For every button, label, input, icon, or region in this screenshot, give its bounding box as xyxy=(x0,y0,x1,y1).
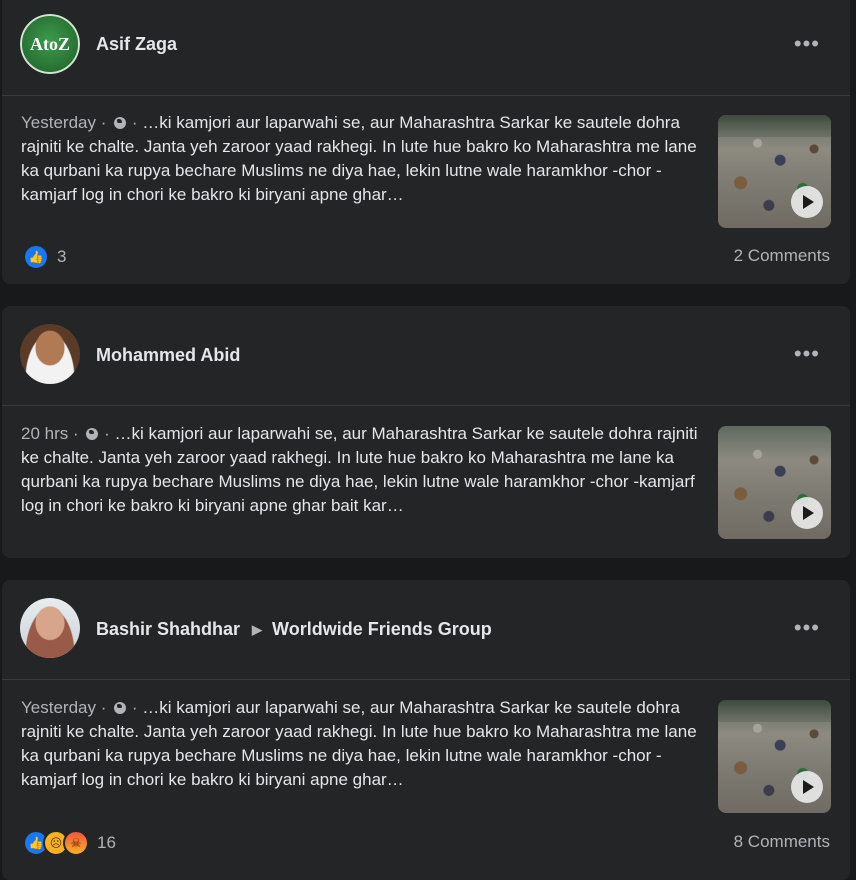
avatar[interactable] xyxy=(20,324,80,384)
meta-separator: · xyxy=(131,698,138,717)
avatar[interactable]: AtoZ xyxy=(20,14,80,74)
thumbnail-scene xyxy=(718,700,831,722)
post-text[interactable]: …ki kamjori aur laparwahi se, aur Mahara… xyxy=(21,424,698,515)
meta-separator: · xyxy=(72,424,79,443)
author-name[interactable]: Mohammed Abid xyxy=(96,345,240,366)
post-time[interactable]: Yesterday xyxy=(21,113,96,132)
author-name[interactable]: Asif Zaga xyxy=(96,34,177,55)
divider xyxy=(2,405,850,406)
thumbnail-scene xyxy=(718,115,831,137)
meta-separator: · xyxy=(100,698,107,717)
more-options-icon[interactable]: ••• xyxy=(794,33,820,55)
like-icon: 👍 xyxy=(23,244,49,270)
post-author-line: Bashir Shahdhar ▶ Worldwide Friends Group xyxy=(96,619,492,640)
meta-separator: · xyxy=(131,113,138,132)
post-text-block: 20 hrs · · …ki kamjori aur laparwahi se,… xyxy=(21,422,701,518)
video-thumbnail[interactable] xyxy=(718,700,831,813)
avatar-logo: AtoZ xyxy=(20,14,80,74)
globe-icon xyxy=(86,428,99,440)
group-arrow-icon: ▶ xyxy=(252,622,263,638)
author-name[interactable]: Bashir Shahdhar xyxy=(96,619,240,639)
post-time[interactable]: 20 hrs xyxy=(21,424,68,443)
more-options-icon[interactable]: ••• xyxy=(794,343,820,365)
angry-icon: ☠ xyxy=(63,830,89,856)
play-icon[interactable] xyxy=(791,771,823,803)
post-time[interactable]: Yesterday xyxy=(21,698,96,717)
reaction-count: 16 xyxy=(97,833,116,852)
post-header: Mohammed Abid ••• xyxy=(2,306,850,388)
post-card: AtoZ Asif Zaga ••• Yesterday · · …ki kam… xyxy=(2,0,850,284)
avatar-photo xyxy=(20,598,80,658)
video-thumbnail[interactable] xyxy=(718,115,831,228)
more-options-icon[interactable]: ••• xyxy=(794,617,820,639)
post-card: Mohammed Abid ••• 20 hrs · · …ki kamjori… xyxy=(2,306,850,558)
post-card: Bashir Shahdhar ▶ Worldwide Friends Group … xyxy=(2,580,850,880)
meta-separator: · xyxy=(104,424,110,443)
avatar-photo xyxy=(20,324,80,384)
play-icon[interactable] xyxy=(791,186,823,218)
group-name[interactable]: Worldwide Friends Group xyxy=(272,619,492,639)
play-icon[interactable] xyxy=(791,497,823,529)
avatar[interactable] xyxy=(20,598,80,658)
globe-icon xyxy=(114,117,127,129)
divider xyxy=(2,679,850,680)
reaction-summary[interactable]: 👍 3 xyxy=(23,244,66,270)
post-text-block: Yesterday · · …ki kamjori aur laparwahi … xyxy=(21,696,701,792)
post-header: AtoZ Asif Zaga ••• xyxy=(2,0,850,82)
reaction-summary[interactable]: 👍 ☹ ☠ 16 xyxy=(23,830,116,856)
post-text-block: Yesterday · · …ki kamjori aur laparwahi … xyxy=(21,111,701,207)
divider xyxy=(2,95,850,96)
comments-link[interactable]: 2 Comments xyxy=(734,246,830,266)
reaction-count: 3 xyxy=(57,247,67,266)
meta-separator: · xyxy=(100,113,107,132)
globe-icon xyxy=(114,702,127,714)
video-thumbnail[interactable] xyxy=(718,426,831,539)
comments-link[interactable]: 8 Comments xyxy=(734,832,830,852)
post-header: Bashir Shahdhar ▶ Worldwide Friends Group … xyxy=(2,580,850,662)
